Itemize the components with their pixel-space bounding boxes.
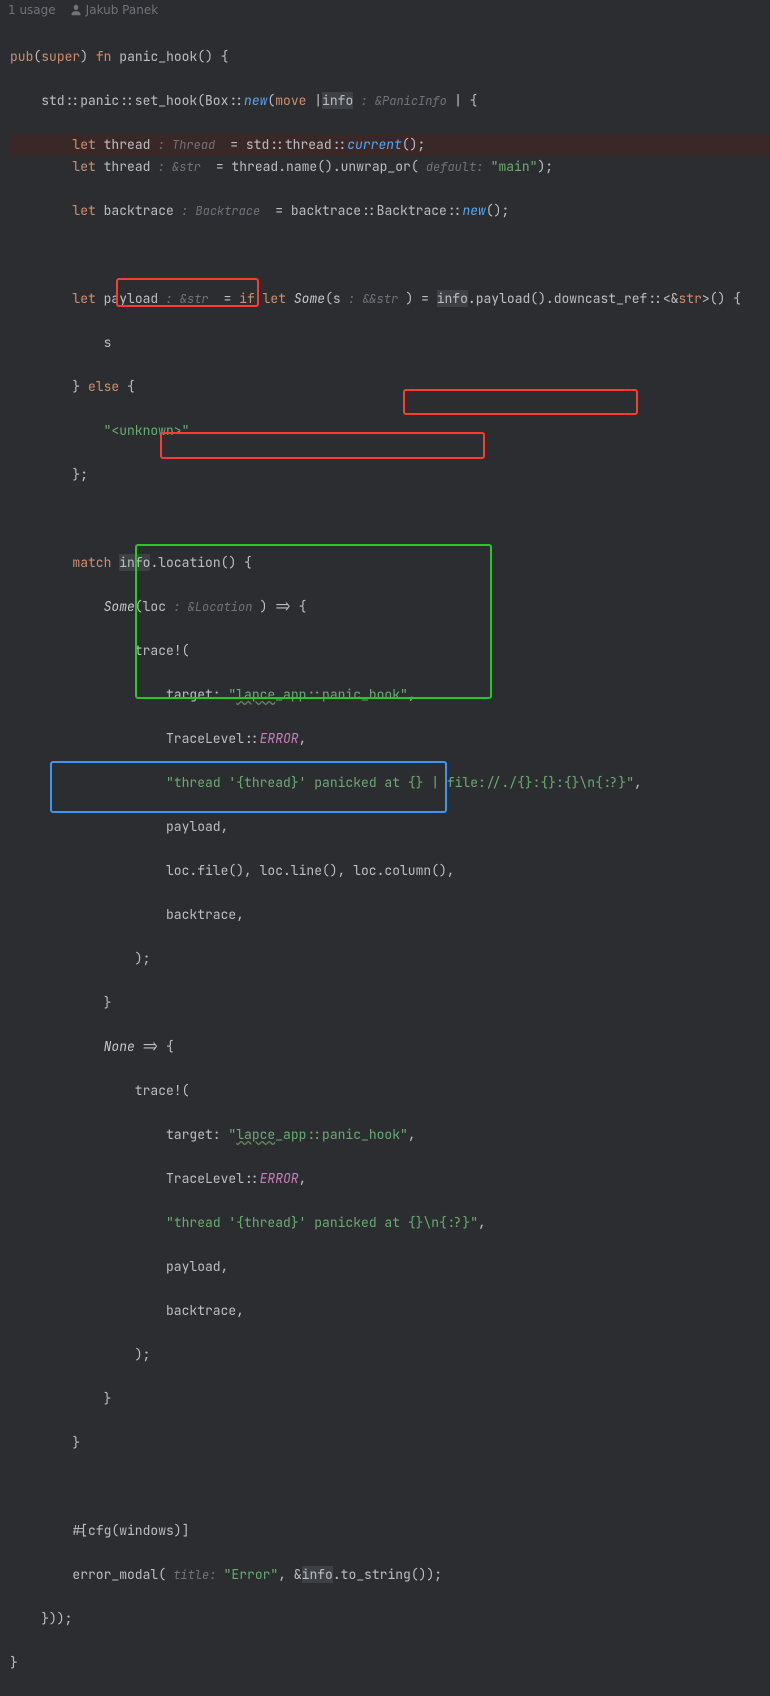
code-line[interactable]: match info.location() { [10,552,770,574]
code-lens-header: 1 usage Jakub Panek [0,0,770,20]
code-line[interactable]: let backtrace : Backtrace = backtrace::B… [10,200,770,222]
code-line[interactable]: payload, [10,1256,770,1278]
code-line[interactable]: ); [10,948,770,970]
code-line[interactable]: Some(loc : &Location ) => { [10,596,770,618]
code-line[interactable]: let payload : &str = if let Some(s : &&s… [10,288,770,310]
code-editor[interactable]: pub(super) fn panic_hook() { std::panic:… [0,20,770,1696]
blank-line [10,1476,770,1498]
code-line[interactable]: payload, [10,816,770,838]
code-line[interactable]: "thread '{thread}' panicked at {}\n{:?}"… [10,1212,770,1234]
code-line[interactable]: #[cfg(windows)] [10,1520,770,1542]
code-line[interactable]: backtrace, [10,904,770,926]
author-annotation[interactable]: Jakub Panek [70,0,159,21]
code-line[interactable]: None => { [10,1036,770,1058]
code-line[interactable]: } else { [10,376,770,398]
code-line[interactable]: trace!( [10,1080,770,1102]
code-line[interactable]: } [10,1388,770,1410]
code-line[interactable]: })); [10,1608,770,1630]
code-line[interactable]: std::panic::set_hook(Box::new(move |info… [10,90,770,112]
var-info: info [302,1566,333,1583]
usages-count[interactable]: 1 usage [8,0,56,21]
code-line[interactable]: s [10,332,770,354]
var-info: info [437,290,468,307]
blank-line [10,244,770,266]
code-line[interactable]: } [10,1652,770,1674]
code-line[interactable]: pub(super) fn panic_hook() { [10,46,770,68]
code-line[interactable]: target: "lapce_app::panic_hook", [10,684,770,706]
blank-line [10,508,770,530]
var-info: info [322,92,353,109]
code-line[interactable]: } [10,992,770,1014]
code-line[interactable]: loc.file(), loc.line(), loc.column(), [10,860,770,882]
person-icon [70,4,82,16]
code-line[interactable]: TraceLevel::ERROR, [10,728,770,750]
code-line[interactable]: let thread : Thread = std::thread::curre… [10,134,770,156]
code-line[interactable]: let thread : &str = thread.name().unwrap… [10,156,770,178]
code-line[interactable]: ); [10,1344,770,1366]
code-line[interactable]: error_modal( title: "Error", &info.to_st… [10,1564,770,1586]
code-line[interactable]: trace!( [10,640,770,662]
author-name: Jakub Panek [86,0,159,21]
code-line[interactable]: } [10,1432,770,1454]
code-line[interactable]: "<unknown>" [10,420,770,442]
var-info: info [119,554,150,571]
code-line[interactable]: target: "lapce_app::panic_hook", [10,1124,770,1146]
code-line[interactable]: "thread '{thread}' panicked at {} | file… [10,772,770,794]
code-line[interactable]: TraceLevel::ERROR, [10,1168,770,1190]
code-line[interactable]: backtrace, [10,1300,770,1322]
code-line[interactable]: }; [10,464,770,486]
